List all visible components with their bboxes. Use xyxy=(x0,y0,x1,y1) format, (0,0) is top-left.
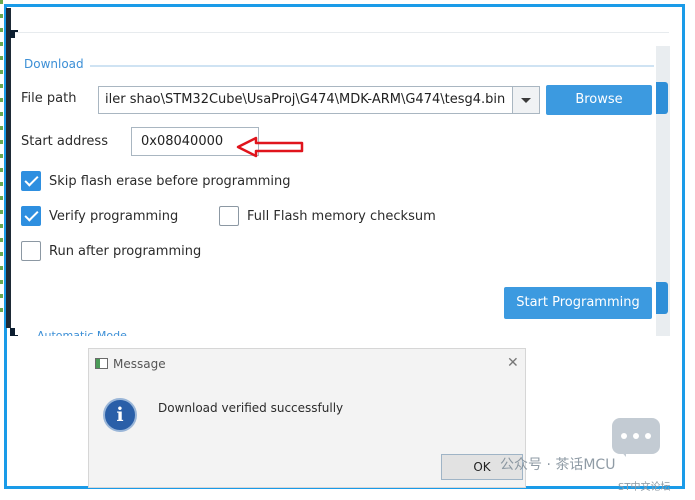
file-path-combobox[interactable]: iler shao\STM32Cube\UsaProj\G474\MDK-ARM… xyxy=(98,86,540,114)
right-edge-button[interactable] xyxy=(656,82,668,114)
browse-button[interactable]: Browse xyxy=(546,85,652,115)
start-address-value: 0x08040000 xyxy=(141,134,224,149)
verify-programming-label: Verify programming xyxy=(49,209,179,224)
skip-flash-erase-label: Skip flash erase before programming xyxy=(49,174,291,189)
dialog-title: Message xyxy=(113,357,166,371)
automatic-mode-section-title: Automatic Mode xyxy=(37,329,127,336)
run-after-programming-label: Run after programming xyxy=(49,244,202,259)
run-after-programming-checkbox[interactable] xyxy=(21,241,41,261)
start-programming-button[interactable]: Start Programming xyxy=(504,287,652,319)
annotation-arrow-icon xyxy=(236,136,304,158)
skip-flash-erase-checkbox[interactable] xyxy=(21,171,41,191)
dialog-message: Download verified successfully xyxy=(158,401,344,415)
file-path-label: File path xyxy=(21,91,77,106)
info-icon: i xyxy=(103,398,137,432)
section-divider xyxy=(86,65,654,67)
full-flash-checksum-label: Full Flash memory checksum xyxy=(247,209,436,224)
download-section-title: Download xyxy=(24,57,90,71)
left-edge-marks xyxy=(0,0,3,320)
right-edge-button[interactable] xyxy=(656,282,668,314)
watermark-small-text: ST中文论坛 xyxy=(618,482,671,493)
verify-programming-checkbox[interactable] xyxy=(21,206,41,226)
chat-bubble-icon xyxy=(612,418,660,457)
full-flash-checksum-checkbox[interactable] xyxy=(219,206,239,226)
window-app-icon xyxy=(95,358,108,369)
chevron-down-icon[interactable] xyxy=(512,87,539,113)
close-icon[interactable]: ✕ xyxy=(507,355,519,371)
start-address-label: Start address xyxy=(21,134,108,149)
left-dark-strip xyxy=(6,8,11,328)
message-dialog: Message ✕ i Download verified successful… xyxy=(88,348,526,488)
watermark-text: 公众号 · 茶话MCU xyxy=(500,457,616,473)
file-path-value: iler shao\STM32Cube\UsaProj\G474\MDK-ARM… xyxy=(105,92,506,107)
